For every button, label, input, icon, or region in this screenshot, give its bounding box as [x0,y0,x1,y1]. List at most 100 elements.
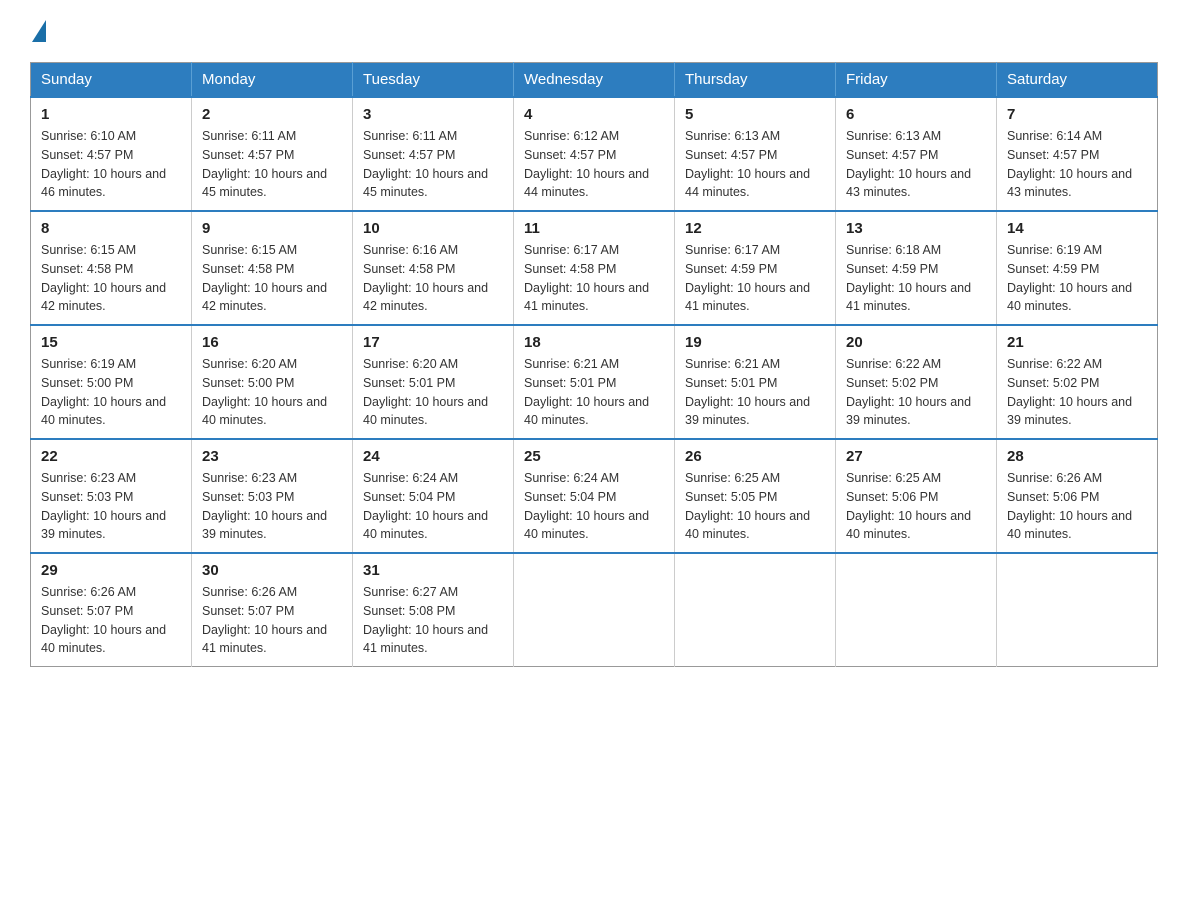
day-info: Sunrise: 6:24 AMSunset: 5:04 PMDaylight:… [363,471,488,541]
calendar-cell: 26 Sunrise: 6:25 AMSunset: 5:05 PMDaylig… [675,439,836,553]
day-number: 15 [41,334,181,351]
calendar-cell [836,553,997,667]
logo-triangle-icon [32,20,46,42]
calendar-cell: 16 Sunrise: 6:20 AMSunset: 5:00 PMDaylig… [192,325,353,439]
calendar-cell: 25 Sunrise: 6:24 AMSunset: 5:04 PMDaylig… [514,439,675,553]
day-number: 31 [363,562,503,579]
day-number: 30 [202,562,342,579]
day-info: Sunrise: 6:13 AMSunset: 4:57 PMDaylight:… [846,129,971,199]
calendar-cell: 21 Sunrise: 6:22 AMSunset: 5:02 PMDaylig… [997,325,1158,439]
day-number: 9 [202,220,342,237]
day-number: 5 [685,106,825,123]
day-info: Sunrise: 6:22 AMSunset: 5:02 PMDaylight:… [846,357,971,427]
calendar-header-row: SundayMondayTuesdayWednesdayThursdayFrid… [31,63,1158,98]
calendar-cell: 20 Sunrise: 6:22 AMSunset: 5:02 PMDaylig… [836,325,997,439]
calendar-cell: 8 Sunrise: 6:15 AMSunset: 4:58 PMDayligh… [31,211,192,325]
day-number: 20 [846,334,986,351]
day-info: Sunrise: 6:19 AMSunset: 4:59 PMDaylight:… [1007,243,1132,313]
day-number: 22 [41,448,181,465]
day-number: 10 [363,220,503,237]
day-info: Sunrise: 6:21 AMSunset: 5:01 PMDaylight:… [524,357,649,427]
column-header-friday: Friday [836,63,997,98]
day-info: Sunrise: 6:25 AMSunset: 5:06 PMDaylight:… [846,471,971,541]
day-info: Sunrise: 6:20 AMSunset: 5:01 PMDaylight:… [363,357,488,427]
day-info: Sunrise: 6:18 AMSunset: 4:59 PMDaylight:… [846,243,971,313]
calendar-cell: 4 Sunrise: 6:12 AMSunset: 4:57 PMDayligh… [514,97,675,211]
calendar-week-row: 15 Sunrise: 6:19 AMSunset: 5:00 PMDaylig… [31,325,1158,439]
day-number: 2 [202,106,342,123]
day-info: Sunrise: 6:23 AMSunset: 5:03 PMDaylight:… [202,471,327,541]
calendar-cell: 2 Sunrise: 6:11 AMSunset: 4:57 PMDayligh… [192,97,353,211]
column-header-wednesday: Wednesday [514,63,675,98]
day-info: Sunrise: 6:17 AMSunset: 4:58 PMDaylight:… [524,243,649,313]
day-number: 7 [1007,106,1147,123]
day-info: Sunrise: 6:26 AMSunset: 5:07 PMDaylight:… [202,585,327,655]
day-number: 28 [1007,448,1147,465]
day-number: 17 [363,334,503,351]
day-info: Sunrise: 6:26 AMSunset: 5:06 PMDaylight:… [1007,471,1132,541]
day-number: 12 [685,220,825,237]
day-number: 13 [846,220,986,237]
column-header-sunday: Sunday [31,63,192,98]
day-number: 16 [202,334,342,351]
day-number: 1 [41,106,181,123]
calendar-cell: 14 Sunrise: 6:19 AMSunset: 4:59 PMDaylig… [997,211,1158,325]
calendar-cell: 18 Sunrise: 6:21 AMSunset: 5:01 PMDaylig… [514,325,675,439]
calendar-cell: 1 Sunrise: 6:10 AMSunset: 4:57 PMDayligh… [31,97,192,211]
calendar-cell: 24 Sunrise: 6:24 AMSunset: 5:04 PMDaylig… [353,439,514,553]
day-info: Sunrise: 6:27 AMSunset: 5:08 PMDaylight:… [363,585,488,655]
day-number: 29 [41,562,181,579]
day-number: 3 [363,106,503,123]
calendar-cell: 3 Sunrise: 6:11 AMSunset: 4:57 PMDayligh… [353,97,514,211]
calendar-cell: 30 Sunrise: 6:26 AMSunset: 5:07 PMDaylig… [192,553,353,667]
calendar-cell: 17 Sunrise: 6:20 AMSunset: 5:01 PMDaylig… [353,325,514,439]
calendar-cell: 9 Sunrise: 6:15 AMSunset: 4:58 PMDayligh… [192,211,353,325]
calendar-week-row: 1 Sunrise: 6:10 AMSunset: 4:57 PMDayligh… [31,97,1158,211]
calendar-cell: 7 Sunrise: 6:14 AMSunset: 4:57 PMDayligh… [997,97,1158,211]
calendar-cell [997,553,1158,667]
calendar-cell: 28 Sunrise: 6:26 AMSunset: 5:06 PMDaylig… [997,439,1158,553]
day-number: 4 [524,106,664,123]
calendar-cell: 29 Sunrise: 6:26 AMSunset: 5:07 PMDaylig… [31,553,192,667]
calendar-cell: 23 Sunrise: 6:23 AMSunset: 5:03 PMDaylig… [192,439,353,553]
day-info: Sunrise: 6:13 AMSunset: 4:57 PMDaylight:… [685,129,810,199]
day-info: Sunrise: 6:24 AMSunset: 5:04 PMDaylight:… [524,471,649,541]
day-number: 21 [1007,334,1147,351]
day-info: Sunrise: 6:16 AMSunset: 4:58 PMDaylight:… [363,243,488,313]
day-info: Sunrise: 6:11 AMSunset: 4:57 PMDaylight:… [363,129,488,199]
day-info: Sunrise: 6:11 AMSunset: 4:57 PMDaylight:… [202,129,327,199]
day-info: Sunrise: 6:25 AMSunset: 5:05 PMDaylight:… [685,471,810,541]
day-info: Sunrise: 6:10 AMSunset: 4:57 PMDaylight:… [41,129,166,199]
day-info: Sunrise: 6:23 AMSunset: 5:03 PMDaylight:… [41,471,166,541]
day-info: Sunrise: 6:15 AMSunset: 4:58 PMDaylight:… [202,243,327,313]
calendar-cell: 22 Sunrise: 6:23 AMSunset: 5:03 PMDaylig… [31,439,192,553]
calendar-week-row: 22 Sunrise: 6:23 AMSunset: 5:03 PMDaylig… [31,439,1158,553]
column-header-tuesday: Tuesday [353,63,514,98]
day-number: 24 [363,448,503,465]
day-number: 18 [524,334,664,351]
day-info: Sunrise: 6:17 AMSunset: 4:59 PMDaylight:… [685,243,810,313]
day-number: 6 [846,106,986,123]
day-info: Sunrise: 6:21 AMSunset: 5:01 PMDaylight:… [685,357,810,427]
calendar-cell: 19 Sunrise: 6:21 AMSunset: 5:01 PMDaylig… [675,325,836,439]
day-info: Sunrise: 6:14 AMSunset: 4:57 PMDaylight:… [1007,129,1132,199]
column-header-monday: Monday [192,63,353,98]
calendar-cell: 12 Sunrise: 6:17 AMSunset: 4:59 PMDaylig… [675,211,836,325]
day-info: Sunrise: 6:22 AMSunset: 5:02 PMDaylight:… [1007,357,1132,427]
calendar-cell [675,553,836,667]
page-header [30,20,1158,42]
day-number: 26 [685,448,825,465]
calendar-cell: 31 Sunrise: 6:27 AMSunset: 5:08 PMDaylig… [353,553,514,667]
calendar-cell [514,553,675,667]
calendar-cell: 11 Sunrise: 6:17 AMSunset: 4:58 PMDaylig… [514,211,675,325]
day-number: 11 [524,220,664,237]
column-header-thursday: Thursday [675,63,836,98]
day-number: 19 [685,334,825,351]
column-header-saturday: Saturday [997,63,1158,98]
day-info: Sunrise: 6:26 AMSunset: 5:07 PMDaylight:… [41,585,166,655]
day-number: 23 [202,448,342,465]
calendar-cell: 15 Sunrise: 6:19 AMSunset: 5:00 PMDaylig… [31,325,192,439]
day-info: Sunrise: 6:20 AMSunset: 5:00 PMDaylight:… [202,357,327,427]
day-number: 8 [41,220,181,237]
day-number: 25 [524,448,664,465]
